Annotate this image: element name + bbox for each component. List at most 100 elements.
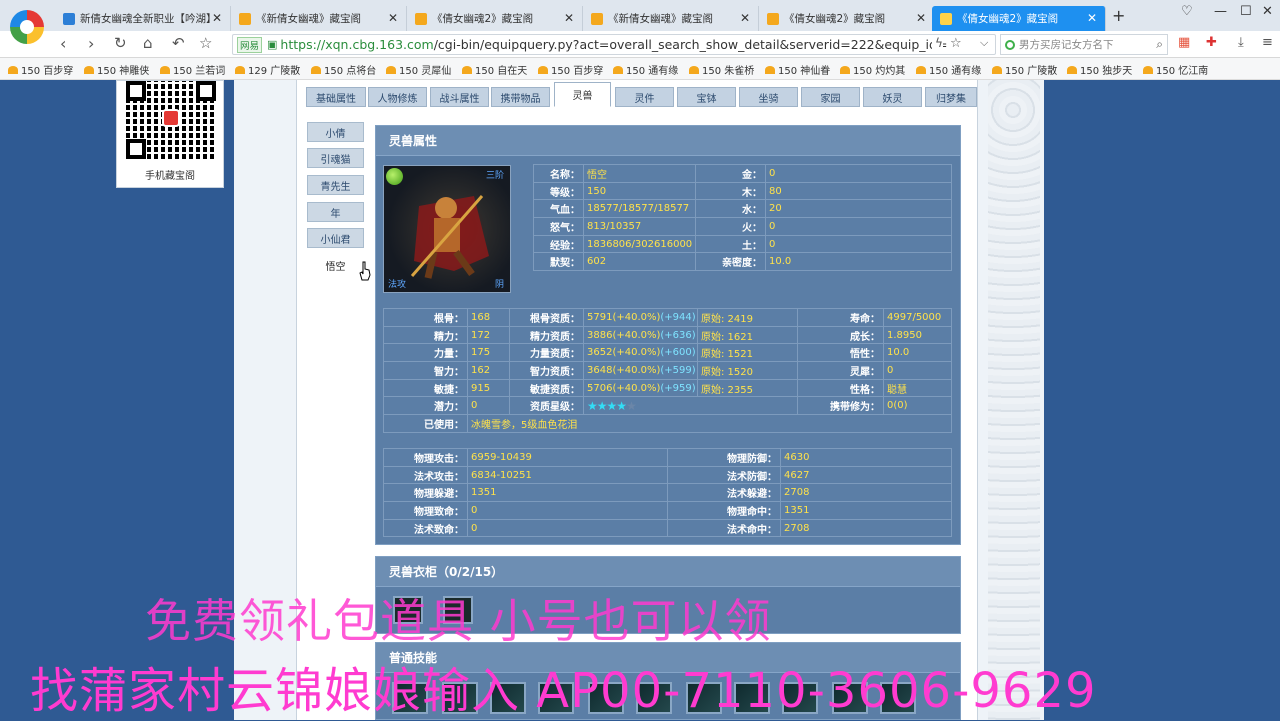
bookmark-item[interactable]: 150 神仙眷 [765,62,830,77]
tab-home[interactable]: 家园 [801,87,860,107]
skill-slot[interactable] [686,682,722,714]
lightning-icon[interactable]: ϟ [932,36,943,50]
skill-slot[interactable] [538,682,574,714]
skill-slot[interactable] [636,682,672,714]
skill-slot[interactable] [832,682,868,714]
bookmark-item[interactable]: 150 忆江南 [1143,62,1208,77]
apps-icon[interactable]: ▦ [1178,35,1190,50]
skill-slot[interactable] [734,682,770,714]
browser-tab-3[interactable]: 《倩女幽魂2》藏宝阁 ✕ [407,6,583,31]
chevron-down-icon[interactable]: ⌵ [980,36,988,50]
bookmark-item[interactable]: 150 通有缘 [916,62,981,77]
skill-slot[interactable] [442,682,478,714]
url-input[interactable]: 网易 ▣ https://xqn.cbg.163.com/cgi-bin/equ… [232,34,996,55]
combat-key: 物理防御： [667,448,781,467]
wardrobe-slot[interactable] [443,596,473,624]
home-icon[interactable]: ⌂ [143,34,153,52]
site-favicon-icon [415,12,427,25]
bookmark-item[interactable]: 150 兰若词 [160,62,225,77]
combat-row: 物理致命： 0 物理命中： 1351 [383,501,952,520]
attr-key: 气血： [533,199,584,219]
close-tab-icon[interactable]: ✕ [1087,11,1097,25]
browser-tab-6[interactable]: 《倩女幽魂2》藏宝阁 ✕ [932,6,1106,31]
close-window-icon[interactable]: ✕ [1262,4,1273,19]
bookmark-item[interactable]: 150 朱雀桥 [689,62,754,77]
browser-logo-icon[interactable] [10,10,44,44]
bookmark-label: 150 神仙眷 [778,66,831,77]
aptitude-value: 5706(+40.0%)(+959) [583,378,698,398]
pet-tab-xiaoxianjun[interactable]: 小仙君 [307,228,364,248]
favorite-icon[interactable]: ☆ [950,36,962,51]
pet-tab-nian[interactable]: 年 [307,202,364,222]
close-tab-icon[interactable]: ✕ [388,11,398,25]
bookmark-item[interactable]: 150 百步穿 [8,62,73,77]
pet-tab-wukong[interactable]: 悟空 [307,255,364,275]
browser-tab-1[interactable]: 新倩女幽魂全新职业【吟湖】 ✕ [55,6,231,31]
shirt-icon[interactable]: ♡ [1181,4,1193,19]
pet-tab-qingxiansheng[interactable]: 青先生 [307,175,364,195]
tab-treasure-bowl[interactable]: 宝钵 [677,87,736,107]
bookmark-item[interactable]: 150 百步穿 [538,62,603,77]
attr-value: 10.0 [765,252,952,272]
qr-card[interactable]: 手机藏宝阁 [116,80,224,188]
skill-slot[interactable] [880,682,916,714]
browser-tab-5[interactable]: 《倩女幽魂2》藏宝阁 ✕ [759,6,935,31]
tab-pet[interactable]: 灵兽 [554,82,611,107]
pet-tab-yinhunmao[interactable]: 引魂猫 [307,148,364,168]
tab-demon-spirit[interactable]: 妖灵 [863,87,922,107]
skill-slot[interactable] [490,682,526,714]
bookmark-item[interactable]: 150 灵犀仙 [386,62,451,77]
close-tab-icon[interactable]: ✕ [564,11,574,25]
bookmark-item[interactable]: 150 自在天 [462,62,527,77]
bookmark-item[interactable]: 150 点将台 [311,62,376,77]
undo-icon[interactable]: ↶ [172,34,185,52]
new-tab-icon[interactable]: + [1112,6,1125,25]
tab-combat[interactable]: 战斗属性 [430,87,489,107]
pet-portrait: 三阶 法攻 阴 [383,165,511,293]
search-icon[interactable]: ⌕ [1156,37,1163,52]
browser-tab-4[interactable]: 《新倩女幽魂》藏宝阁 ✕ [583,6,759,31]
bookmark-item[interactable]: 150 灼灼其 [840,62,905,77]
bookmark-item[interactable]: 150 独步天 [1067,62,1132,77]
close-tab-icon[interactable]: ✕ [212,11,222,25]
menu-icon[interactable]: ≡ [1262,35,1273,50]
attr-key: 潜力： [383,396,468,416]
attr-key: 经验： [533,234,584,254]
star-rating-key: 资质星级： [509,396,584,416]
bookmark-item[interactable]: 129 广陵散 [235,62,300,77]
star-icon: ★ [587,398,598,413]
combat-key: 法术躲避： [667,483,781,503]
aptitude-key: 敏捷资质： [509,378,584,398]
skill-slot[interactable] [392,682,428,714]
pet-tab-xiaoqian[interactable]: 小倩 [307,122,364,142]
close-tab-icon[interactable]: ✕ [740,11,750,25]
reload-icon[interactable]: ↻ [114,34,127,52]
tab-items[interactable]: 携带物品 [491,87,550,107]
tab-cultivation[interactable]: 人物修炼 [368,87,427,107]
search-engine-icon [1005,39,1015,50]
bookmark-item[interactable]: 150 广陵散 [992,62,1057,77]
attr-key: 性格： [797,378,884,398]
combat-key: 法术致命： [383,518,468,538]
back-icon[interactable]: ‹ [60,34,66,53]
tab-mount[interactable]: 坐骑 [739,87,798,107]
tab-basic[interactable]: 基础属性 [306,87,366,107]
game-icon[interactable]: ✚ [1206,35,1217,50]
aptitude-value: 5791(+40.0%)(+944) [583,308,698,327]
bookmark-star-icon[interactable]: ☆ [199,34,212,52]
forward-icon[interactable]: › [88,34,94,53]
skill-slot[interactable] [588,682,624,714]
download-icon[interactable]: ⤓ [1238,35,1244,50]
maximize-icon[interactable]: ☐ [1240,4,1252,19]
wardrobe-slot[interactable] [393,596,423,624]
search-input[interactable]: 男方买房记女方名下 ⌕ [1000,34,1168,55]
tab-spirit-parts[interactable]: 灵件 [615,87,674,107]
bookmark-item[interactable]: 150 通有缘 [613,62,678,77]
bookmark-item[interactable]: 150 神雕侠 [84,62,149,77]
close-tab-icon[interactable]: ✕ [916,11,926,25]
skill-slot[interactable] [782,682,818,714]
browser-tab-2[interactable]: 《新倩女幽魂》藏宝阁 ✕ [231,6,407,31]
minimize-icon[interactable]: — [1214,4,1227,19]
star-icon: ★ [596,398,608,413]
tab-dream-collection[interactable]: 归梦集 [925,87,977,107]
